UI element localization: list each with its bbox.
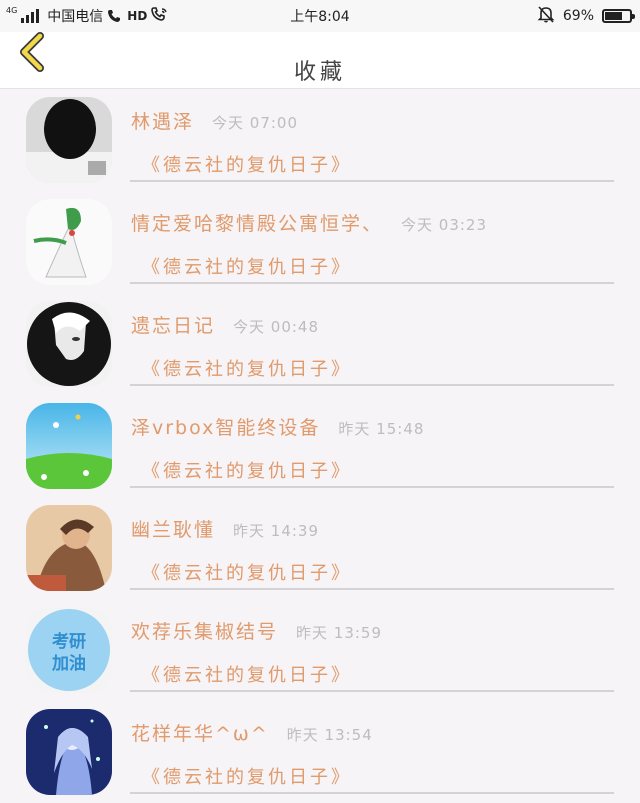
list-item[interactable]: 幽兰耿懂 昨天 14:39 《德云社的复仇日子》	[0, 497, 640, 599]
avatar	[26, 505, 112, 591]
status-left: 4G 中国电信 HD	[6, 6, 169, 26]
item-time: 昨天 13:54	[286, 726, 373, 744]
item-work-title: 《德云社的复仇日子》	[142, 359, 352, 380]
mute-bell-icon	[537, 5, 555, 27]
battery-percent: 69%	[562, 8, 594, 24]
status-bar: 4G 中国电信 HD 上午8:04 69%	[0, 0, 640, 32]
item-name: 花样年华^ω^ 昨天 13:54	[131, 719, 373, 746]
battery-fill	[605, 12, 622, 20]
list-item[interactable]: 情定爱哈黎情殿公寓恒学、 今天 03:23 《德云社的复仇日子》	[0, 191, 640, 293]
hd-call-icon: HD	[107, 9, 147, 23]
list-item[interactable]: 泽vrbox智能终设备 昨天 15:48 《德云社的复仇日子》	[0, 395, 640, 497]
item-name: 遗忘日记 今天 00:48	[131, 311, 319, 338]
divider	[130, 486, 614, 488]
nav-bar: 收藏	[0, 32, 640, 89]
item-work-title: 《德云社的复仇日子》	[142, 257, 352, 278]
divider	[130, 180, 614, 182]
item-time: 今天 03:23	[401, 216, 488, 234]
item-time: 昨天 14:39	[233, 522, 320, 540]
avatar	[26, 403, 112, 489]
item-work-title: 《德云社的复仇日子》	[142, 155, 352, 176]
divider	[130, 384, 614, 386]
network-type: 4G	[6, 6, 18, 15]
list-item[interactable]: 林遇泽 今天 07:00 《德云社的复仇日子》	[0, 89, 640, 191]
divider	[130, 690, 614, 692]
signal-icon	[21, 9, 40, 23]
page-title: 收藏	[293, 60, 346, 85]
item-name-text: 遗忘日记	[131, 315, 216, 337]
wifi-calling-icon	[151, 7, 169, 25]
item-name-text: 幽兰耿懂	[131, 519, 216, 541]
list-item[interactable]: 遗忘日记 今天 00:48 《德云社的复仇日子》	[0, 293, 640, 395]
divider	[130, 282, 614, 284]
item-name: 泽vrbox智能终设备 昨天 15:48	[131, 413, 424, 440]
item-name: 欢荐乐集椒结号 昨天 13:59	[131, 617, 382, 644]
avatar: 考研 加油	[26, 607, 112, 693]
item-name-text: 花样年华^ω^	[131, 723, 269, 745]
battery-icon	[602, 9, 635, 23]
item-name: 林遇泽 今天 07:00	[131, 107, 298, 134]
item-name: 情定爱哈黎情殿公寓恒学、 今天 03:23	[131, 209, 487, 236]
status-right: 69%	[537, 5, 635, 27]
item-name: 幽兰耿懂 昨天 14:39	[131, 515, 319, 542]
item-time: 今天 07:00	[212, 114, 299, 132]
favorites-list: 林遇泽 今天 07:00 《德云社的复仇日子》 情定爱哈黎情殿公寓恒学、 今天 03…	[0, 89, 640, 803]
divider	[130, 588, 614, 590]
hd-label: HD	[127, 9, 148, 23]
list-item[interactable]: 花样年华^ω^ 昨天 13:54 《德云社的复仇日子》	[0, 701, 640, 803]
item-work-title: 《德云社的复仇日子》	[142, 767, 352, 788]
avatar	[26, 97, 112, 183]
item-work-title: 《德云社的复仇日子》	[142, 461, 352, 482]
avatar	[26, 199, 112, 285]
list-item[interactable]: 考研 加油 欢荐乐集椒结号 昨天 13:59 《德云社的复仇日子》	[0, 599, 640, 701]
item-work-title: 《德云社的复仇日子》	[142, 665, 352, 686]
divider	[130, 792, 614, 794]
item-name-text: 情定爱哈黎情殿公寓恒学、	[131, 213, 384, 235]
item-time: 今天 00:48	[233, 318, 320, 336]
carrier-name: 中国电信	[47, 9, 104, 25]
item-time: 昨天 15:48	[338, 420, 425, 438]
avatar	[26, 301, 112, 387]
badge-line-2: 加油	[51, 653, 86, 674]
item-name-text: 泽vrbox智能终设备	[131, 417, 321, 439]
item-time: 昨天 13:59	[296, 624, 383, 642]
item-name-text: 林遇泽	[131, 111, 195, 133]
item-name-text: 欢荐乐集椒结号	[131, 621, 279, 643]
item-work-title: 《德云社的复仇日子》	[142, 563, 352, 584]
avatar	[26, 709, 112, 795]
badge-line-1: 考研	[51, 631, 86, 652]
